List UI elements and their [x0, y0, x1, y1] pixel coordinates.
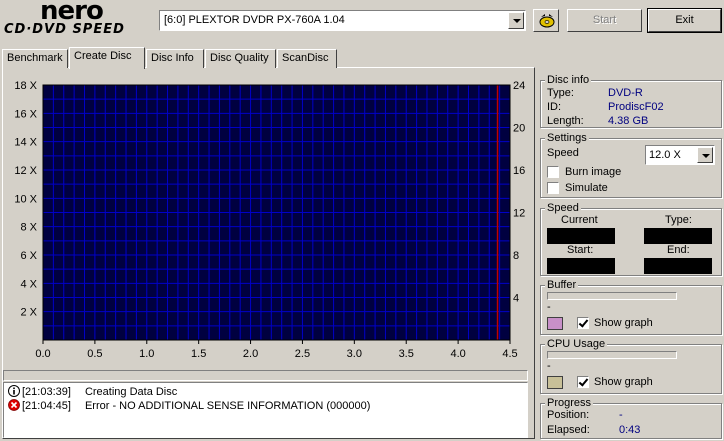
- write-speed-value: 12.0 X: [649, 149, 681, 161]
- chart-x-tick-label: 1.0: [139, 348, 154, 360]
- elapsed-value: 0:43: [619, 424, 641, 436]
- simulate-checkbox[interactable]: [547, 182, 559, 194]
- log-message: Creating Data Disc: [84, 386, 178, 398]
- exit-button[interactable]: Exit: [647, 8, 722, 33]
- cpu-usage-bar: [547, 351, 677, 359]
- log-message: Error - NO ADDITIONAL SENSE INFORMATION …: [84, 400, 371, 412]
- buffer-graph-color[interactable]: [547, 317, 563, 330]
- tab-create-disc[interactable]: Create Disc: [69, 47, 145, 69]
- chart-y-left-tick-label: 4 X: [20, 278, 37, 290]
- elapsed-label: Elapsed:: [547, 424, 590, 436]
- disc-length-value: 4.38 GB: [608, 115, 649, 127]
- chevron-down-icon[interactable]: [697, 147, 713, 163]
- buffer-value: -: [547, 301, 551, 313]
- error-icon: [8, 399, 20, 411]
- chart-y-left-tick-label: 2 X: [20, 307, 37, 319]
- cpu-usage-value: -: [547, 360, 551, 372]
- chart-x-tick-label: 3.5: [399, 348, 414, 360]
- cpu-graph-color[interactable]: [547, 376, 563, 389]
- cpu-usage-title: CPU Usage: [545, 337, 608, 351]
- log-row: [21:04:45] Error - NO ADDITIONAL SENSE IN…: [8, 399, 370, 413]
- speed-start-value: [547, 258, 615, 274]
- chart-y-left-tick-label: 14 X: [14, 137, 37, 149]
- tab-disc-info[interactable]: Disc Info: [146, 49, 204, 68]
- chart-x-tick-label: 1.5: [191, 348, 206, 360]
- progress-group: Progress Position: - Elapsed: 0:43: [540, 396, 722, 439]
- drive-select[interactable]: [6:0] PLEXTOR DVDR PX-760A 1.04: [159, 10, 526, 31]
- progress-title: Progress: [545, 396, 594, 410]
- position-label: Position:: [547, 409, 590, 421]
- cpu-show-graph-label: Show graph: [594, 376, 653, 388]
- info-icon: [8, 385, 20, 397]
- buffer-show-graph-checkbox[interactable]: [577, 317, 589, 329]
- chart-x-tick-label: 4.5: [502, 348, 517, 360]
- event-log: [21:03:39] Creating Data Disc [21:04:45] E…: [3, 382, 528, 438]
- start-button[interactable]: Start: [567, 9, 642, 32]
- settings-title: Settings: [545, 131, 589, 145]
- refresh-drive-button[interactable]: [533, 9, 559, 32]
- settings-group: Settings Speed 12.0 X Burn image Simulat…: [540, 131, 722, 198]
- drive-select-value: [6:0] PLEXTOR DVDR PX-760A 1.04: [164, 14, 345, 26]
- disc-refresh-icon: [539, 14, 555, 28]
- chart-y-left-tick-label: 16 X: [14, 108, 37, 120]
- chart-y-right-tick-label: 16: [513, 165, 525, 177]
- speed-current-label: Current: [561, 214, 598, 226]
- log-time: [21:04:45]: [22, 400, 71, 412]
- simulate-label: Simulate: [565, 182, 608, 194]
- chart-x-tick-label: 3.0: [347, 348, 362, 360]
- speed-group: Speed Current Type: Start: End:: [540, 201, 722, 276]
- disc-type-label: Type:: [547, 87, 574, 99]
- chart-y-right-tick-label: 4: [513, 293, 519, 305]
- speed-title: Speed: [545, 201, 581, 215]
- disc-length-label: Length:: [547, 115, 584, 127]
- chart-y-left-tick-label: 10 X: [14, 193, 37, 205]
- speed-setting-label: Speed: [547, 147, 579, 159]
- write-speed-select[interactable]: 12.0 X: [645, 145, 715, 165]
- buffer-title: Buffer: [545, 278, 579, 292]
- chart-x-tick-label: 0.0: [35, 348, 50, 360]
- chart-y-left-tick-label: 18 X: [14, 80, 37, 92]
- disc-id-value: ProdiscF02: [608, 101, 664, 113]
- disc-type-value: DVD-R: [608, 87, 643, 99]
- chart-x-tick-label: 2.5: [295, 348, 310, 360]
- speed-end-label: End:: [667, 244, 690, 256]
- disc-info-group: Disc info Type: DVD-R ID: ProdiscF02 Len…: [540, 73, 722, 128]
- logo-product: CD·DVD SPEED: [4, 22, 125, 37]
- nero-logo: nero CD·DVD SPEED: [2, 0, 152, 40]
- chart-y-left-tick-label: 6 X: [20, 250, 37, 262]
- log-time: [21:03:39]: [22, 386, 71, 398]
- buffer-show-graph-label: Show graph: [594, 317, 653, 329]
- tab-disc-quality[interactable]: Disc Quality: [205, 49, 276, 68]
- chart-y-right-tick-label: 24: [513, 80, 525, 92]
- cpu-usage-group: CPU Usage - Show graph: [540, 337, 722, 394]
- chart-y-right-tick-label: 8: [513, 250, 519, 262]
- speed-current-value: [547, 228, 615, 244]
- chart-x-tick-label: 4.0: [450, 348, 465, 360]
- disc-id-label: ID:: [547, 101, 562, 113]
- disc-info-title: Disc info: [545, 73, 592, 87]
- speed-chart: 0.0 0.5 1.0 1.5 2.0 2.5 3.0 3.5 4.0 4.5 2 X 4 X 6 X 8…: [14, 80, 525, 360]
- cpu-show-graph-checkbox[interactable]: [577, 376, 589, 388]
- burn-image-label: Burn image: [565, 166, 622, 178]
- chart-y-right-tick-label: 12: [513, 208, 525, 220]
- burn-image-checkbox[interactable]: [547, 166, 559, 178]
- chart-y-left-tick-label: 8 X: [20, 222, 37, 234]
- chart-y-right-tick-label: 20: [513, 123, 525, 135]
- speed-start-label: Start:: [567, 244, 594, 256]
- write-progress-bar: [3, 370, 528, 381]
- buffer-group: Buffer - Show graph: [540, 278, 722, 335]
- speed-type-label: Type:: [665, 214, 692, 226]
- speed-end-value: [644, 258, 712, 274]
- log-row: [21:03:39] Creating Data Disc: [8, 385, 177, 399]
- position-value: -: [619, 409, 623, 421]
- chart-x-tick-label: 0.5: [87, 348, 102, 360]
- chevron-down-icon[interactable]: [508, 12, 524, 29]
- chart-y-left-tick-label: 12 X: [14, 165, 37, 177]
- tab-scandisc[interactable]: ScanDisc: [277, 49, 337, 68]
- tab-benchmark[interactable]: Benchmark: [2, 49, 68, 68]
- buffer-level-bar: [547, 292, 677, 300]
- chart-x-tick-label: 2.0: [243, 348, 258, 360]
- speed-type-value: [644, 228, 712, 244]
